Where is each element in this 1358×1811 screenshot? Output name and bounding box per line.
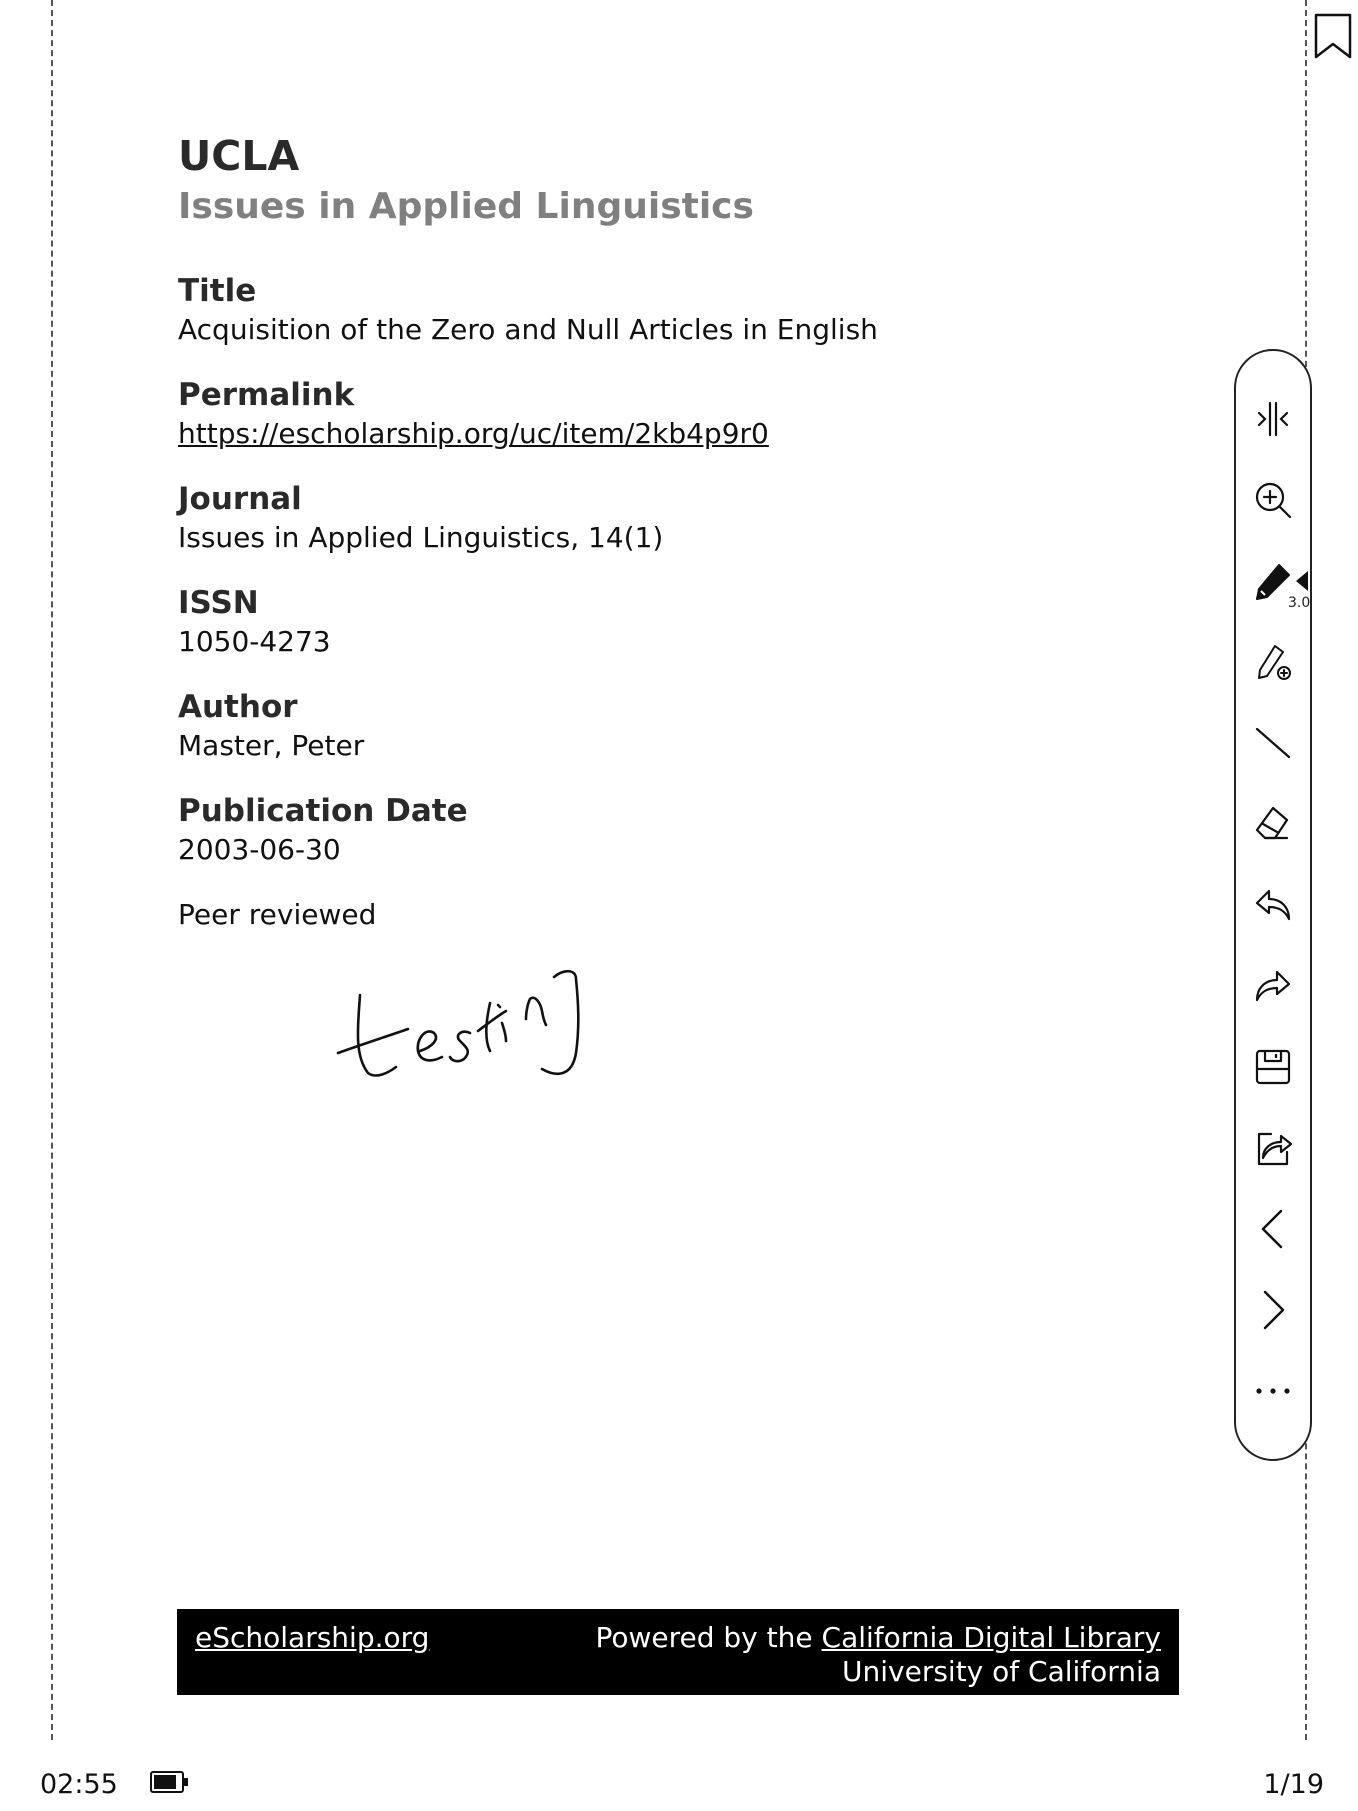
battery-tip [184, 1778, 188, 1786]
next-page-icon[interactable] [1249, 1286, 1297, 1334]
cdl-link[interactable]: California Digital Library [822, 1621, 1161, 1654]
publication-date-label: Publication Date [178, 793, 468, 829]
issn-value: 1050-4273 [178, 625, 331, 658]
more-icon[interactable] [1249, 1367, 1297, 1415]
university-text: University of California [842, 1655, 1161, 1688]
powered-by-line: Powered by the California Digital Librar… [595, 1621, 1161, 1654]
undo-icon[interactable] [1249, 881, 1297, 929]
battery-level-fill [154, 1775, 177, 1789]
issn-label: ISSN [178, 585, 259, 621]
clock-time: 02:55 [40, 1769, 118, 1800]
previous-page-icon[interactable] [1249, 1205, 1297, 1253]
split-view-icon[interactable] [1249, 395, 1297, 443]
title-label: Title [178, 273, 257, 309]
publisher-name: UCLA [178, 132, 300, 180]
line-icon[interactable] [1249, 719, 1297, 767]
share-icon[interactable] [1249, 1124, 1297, 1172]
permalink-label: Permalink [178, 377, 355, 413]
battery-icon [150, 1771, 188, 1793]
journal-value: Issues in Applied Linguistics, 14(1) [178, 521, 664, 554]
annotation-toolbar: 3.0 [1234, 349, 1312, 1461]
left-margin-guide [51, 0, 53, 1740]
eraser-icon[interactable] [1249, 800, 1297, 848]
powered-by-text: Powered by the [595, 1621, 822, 1654]
save-icon[interactable] [1249, 1043, 1297, 1091]
bookmark-icon[interactable] [1312, 12, 1354, 60]
zoom-in-icon[interactable] [1249, 476, 1297, 524]
escholarship-link[interactable]: eScholarship.org [195, 1621, 429, 1654]
page-indicator: 1/19 [1263, 1769, 1324, 1800]
pen-add-icon[interactable] [1249, 638, 1297, 686]
publication-date-value: 2003-06-30 [178, 833, 341, 866]
title-value: Acquisition of the Zero and Null Article… [178, 313, 878, 346]
pen-size-label: 3.0 [1288, 595, 1311, 611]
author-value: Master, Peter [178, 729, 365, 762]
handwritten-annotation [330, 955, 600, 1095]
peer-reviewed-text: Peer reviewed [178, 898, 377, 931]
journal-label: Journal [178, 481, 302, 517]
footer-bar: eScholarship.org Powered by the Californ… [177, 1609, 1179, 1695]
journal-heading: Issues in Applied Linguistics [178, 186, 754, 227]
permalink-link[interactable]: https://escholarship.org/uc/item/2kb4p9r… [178, 420, 769, 448]
author-label: Author [178, 689, 298, 725]
pen-options-arrow-icon[interactable] [1296, 571, 1308, 591]
redo-icon[interactable] [1249, 962, 1297, 1010]
